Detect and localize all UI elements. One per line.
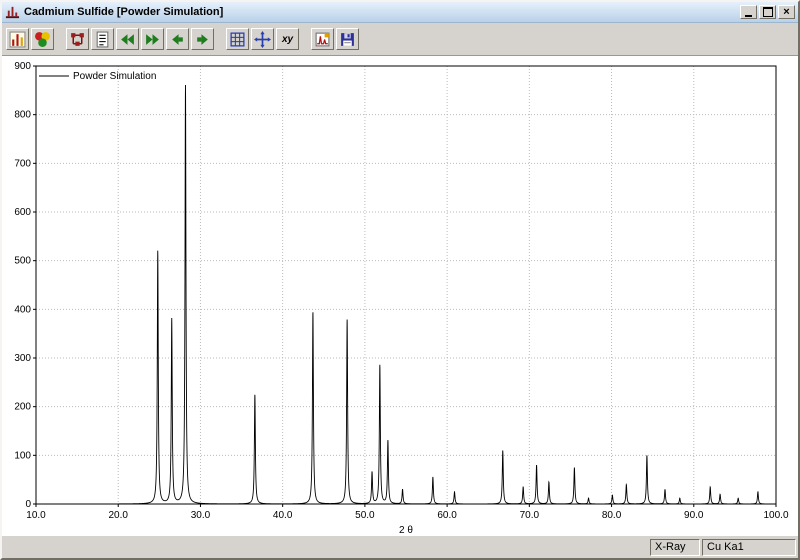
close-icon: × bbox=[783, 5, 790, 18]
save-button[interactable] bbox=[336, 28, 359, 50]
svg-text:40.0: 40.0 bbox=[273, 510, 293, 521]
toolbar: xy bbox=[2, 23, 798, 56]
svg-text:200: 200 bbox=[14, 402, 31, 413]
step-back-icon bbox=[172, 33, 183, 45]
chart-area: 0 100 200 300 400 500 600 700 800 900 10.0 20.0 30.0… bbox=[2, 56, 798, 535]
svg-text:70.0: 70.0 bbox=[520, 510, 540, 521]
step-forward-button[interactable] bbox=[191, 28, 214, 50]
app-window: Cadmium Sulfide [Powder Simulation] × xy… bbox=[0, 0, 800, 560]
save-icon bbox=[341, 32, 354, 46]
svg-text:10.0: 10.0 bbox=[26, 510, 46, 521]
svg-text:100: 100 bbox=[14, 450, 31, 461]
legend-label: Powder Simulation bbox=[73, 71, 156, 82]
fast-forward-button[interactable] bbox=[141, 28, 164, 50]
diffraction-chart: 0 100 200 300 400 500 600 700 800 900 10.0 20.0 30.0… bbox=[14, 61, 789, 535]
step-back-button[interactable] bbox=[166, 28, 189, 50]
svg-text:80.0: 80.0 bbox=[602, 510, 622, 521]
diffraction-pattern-line bbox=[36, 85, 776, 505]
copy-pattern-button[interactable] bbox=[311, 28, 334, 50]
fast-rewind-button[interactable] bbox=[116, 28, 139, 50]
minimize-button[interactable] bbox=[740, 5, 757, 19]
status-bar: X-Ray Cu Ka1 bbox=[2, 535, 798, 558]
title-bar[interactable]: Cadmium Sulfide [Powder Simulation] × bbox=[2, 2, 798, 23]
xy-axes-button[interactable]: xy bbox=[276, 28, 299, 50]
svg-text:100.0: 100.0 bbox=[763, 510, 788, 521]
status-radiation: X-Ray bbox=[650, 538, 700, 556]
grid-icon bbox=[230, 31, 245, 47]
xy-axes-icon: xy bbox=[281, 33, 294, 45]
display-colors-button[interactable] bbox=[31, 28, 54, 50]
crystal-structure-button[interactable] bbox=[66, 28, 89, 50]
copy-pattern-icon bbox=[315, 32, 330, 46]
pattern-histogram-button[interactable] bbox=[6, 28, 29, 50]
svg-text:300: 300 bbox=[14, 353, 31, 364]
window-controls: × bbox=[740, 5, 795, 19]
crosshair-button[interactable] bbox=[251, 28, 274, 50]
fast-forward-icon bbox=[146, 33, 159, 45]
plot-border bbox=[35, 65, 777, 505]
maximize-button[interactable] bbox=[759, 5, 776, 19]
pattern-histogram-icon bbox=[9, 31, 26, 47]
svg-text:20.0: 20.0 bbox=[108, 510, 128, 521]
grid-button[interactable] bbox=[226, 28, 249, 50]
axis-labels: 0 100 200 300 400 500 600 700 800 900 10.0 20.0 30.0… bbox=[14, 61, 789, 535]
window-title: Cadmium Sulfide [Powder Simulation] bbox=[24, 6, 224, 18]
app-icon bbox=[5, 5, 20, 20]
svg-text:50.0: 50.0 bbox=[355, 510, 375, 521]
svg-text:0: 0 bbox=[25, 499, 31, 510]
chart-grid bbox=[36, 66, 776, 504]
status-wavelength: Cu Ka1 bbox=[702, 538, 796, 556]
svg-text:800: 800 bbox=[14, 110, 31, 121]
legend: Powder Simulation bbox=[39, 71, 156, 82]
svg-text:500: 500 bbox=[14, 256, 31, 267]
crystal-structure-icon bbox=[71, 32, 84, 46]
maximize-icon bbox=[762, 7, 773, 17]
svg-text:30.0: 30.0 bbox=[191, 510, 211, 521]
x-axis-title: 2 θ bbox=[399, 525, 413, 535]
close-button[interactable]: × bbox=[778, 5, 795, 19]
minimize-icon bbox=[745, 14, 752, 17]
step-forward-icon bbox=[197, 33, 208, 45]
data-list-button[interactable] bbox=[91, 28, 114, 50]
svg-text:600: 600 bbox=[14, 207, 31, 218]
svg-text:900: 900 bbox=[14, 61, 31, 72]
fast-rewind-icon bbox=[121, 33, 134, 45]
data-list-icon bbox=[96, 31, 109, 47]
svg-text:90.0: 90.0 bbox=[684, 510, 704, 521]
display-colors-icon bbox=[35, 31, 50, 47]
svg-text:700: 700 bbox=[14, 158, 31, 169]
svg-text:400: 400 bbox=[14, 304, 31, 315]
svg-text:60.0: 60.0 bbox=[437, 510, 457, 521]
crosshair-icon bbox=[254, 30, 271, 48]
